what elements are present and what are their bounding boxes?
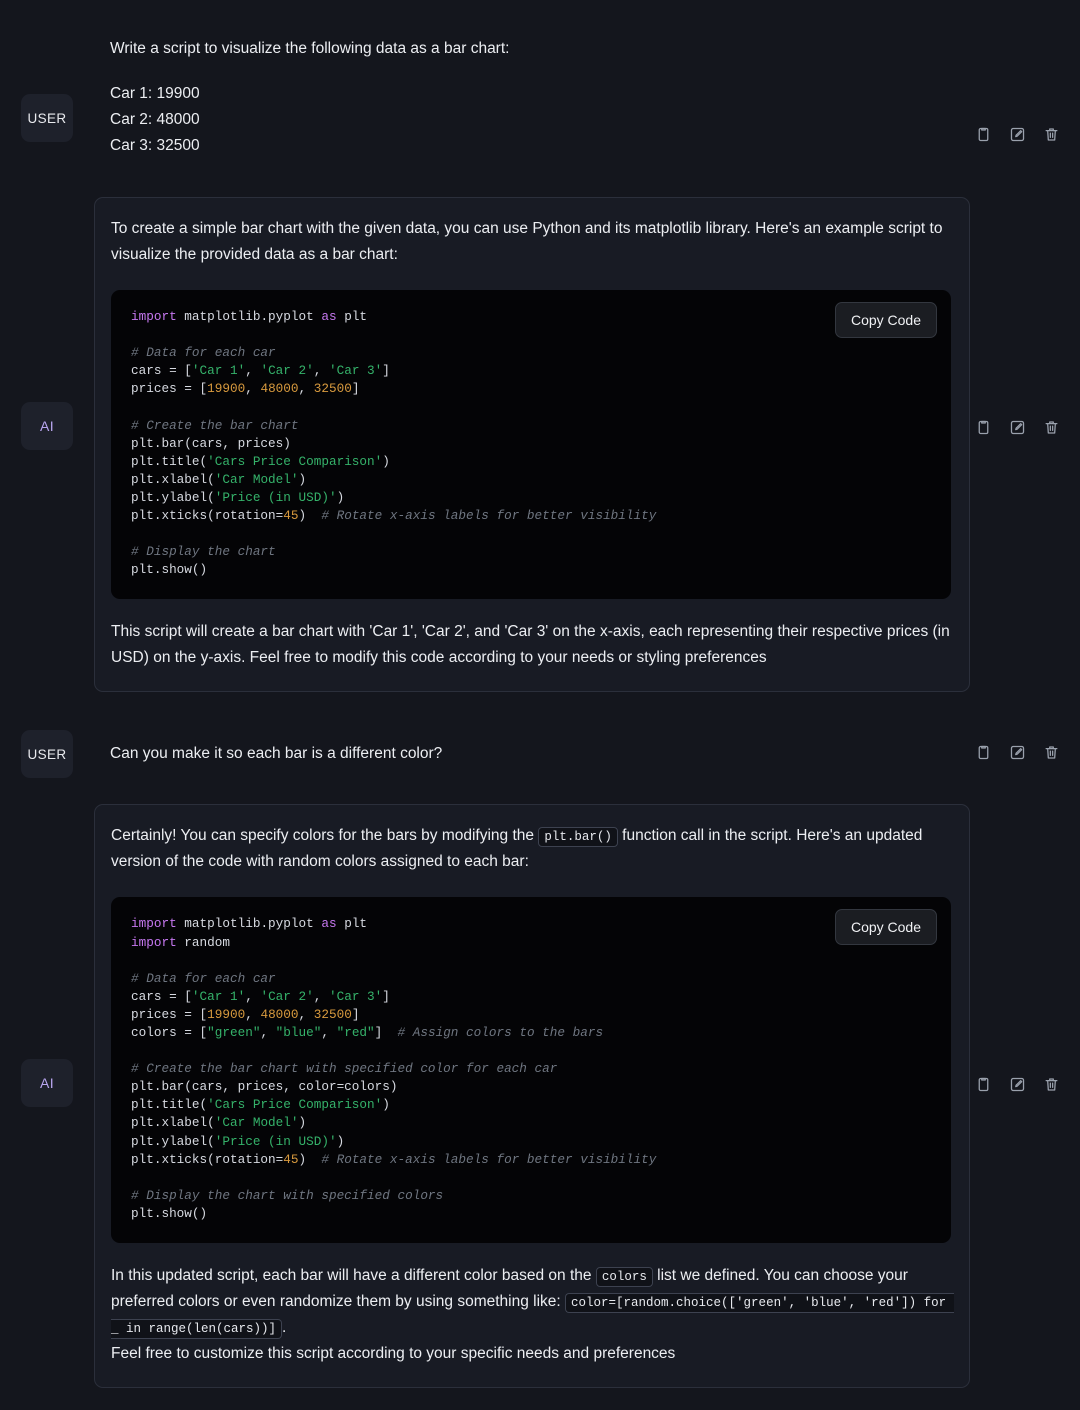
- copy-code-button-2[interactable]: Copy Code: [835, 909, 937, 945]
- message-actions-user-2: [975, 744, 1060, 761]
- message-body-ai-1: To create a simple bar chart with the gi…: [94, 197, 1080, 692]
- ai-2-closing-paragraph: Feel free to customize this script accor…: [111, 1341, 951, 1367]
- delete-icon[interactable]: [1043, 1076, 1060, 1093]
- ai-1-intro-paragraph: To create a simple bar chart with the gi…: [111, 216, 951, 268]
- message-body-ai-2: Certainly! You can specify colors for th…: [94, 804, 1080, 1388]
- user-message-text-1: Write a script to visualize the followin…: [94, 34, 970, 159]
- avatar-gutter: AI: [0, 197, 94, 450]
- message-row-user-2: USER Can you make it so each bar is a di…: [0, 730, 1080, 778]
- code-content-2[interactable]: import matplotlib.pyplot as plt import r…: [131, 915, 931, 1223]
- avatar-gutter: USER: [0, 34, 94, 142]
- copy-icon[interactable]: [975, 1076, 992, 1093]
- ai-message-bubble-2: Certainly! You can specify colors for th…: [94, 804, 970, 1388]
- message-row-user-1: USER Write a script to visualize the fol…: [0, 34, 1080, 159]
- delete-icon[interactable]: [1043, 744, 1060, 761]
- copy-icon[interactable]: [975, 744, 992, 761]
- copy-icon[interactable]: [975, 126, 992, 143]
- delete-icon[interactable]: [1043, 126, 1060, 143]
- ai-message-bubble-1: To create a simple bar chart with the gi…: [94, 197, 970, 692]
- conversation-page: USER Write a script to visualize the fol…: [0, 0, 1080, 1410]
- user-1-line-1: Write a script to visualize the followin…: [110, 36, 970, 62]
- ai-2-intro-paragraph: Certainly! You can specify colors for th…: [111, 823, 951, 875]
- ai-2-outro-period: .: [282, 1319, 286, 1336]
- copy-icon[interactable]: [975, 419, 992, 436]
- message-body-user-2: Can you make it so each bar is a differe…: [94, 730, 1080, 767]
- edit-icon[interactable]: [1009, 126, 1026, 143]
- avatar-ai: AI: [21, 1059, 73, 1107]
- user-1-line-4: Car 3: 32500: [110, 133, 970, 159]
- spacer: [0, 778, 1080, 804]
- code-content-1[interactable]: import matplotlib.pyplot as plt # Data f…: [131, 308, 931, 579]
- message-body-user-1: Write a script to visualize the followin…: [94, 34, 1080, 159]
- edit-icon[interactable]: [1009, 744, 1026, 761]
- spacer: [0, 692, 1080, 730]
- avatar-user: USER: [21, 730, 73, 778]
- ai-2-outro-paragraph: In this updated script, each bar will ha…: [111, 1263, 951, 1341]
- spacer: [0, 159, 1080, 197]
- avatar-user: USER: [21, 94, 73, 142]
- message-actions-ai-2: [975, 1076, 1060, 1093]
- avatar-ai: AI: [21, 402, 73, 450]
- message-actions-ai-1: [975, 419, 1060, 436]
- ai-2-intro-text-a: Certainly! You can specify colors for th…: [111, 827, 538, 844]
- message-actions-user-1: [975, 126, 1060, 143]
- code-block-1: Copy Code import matplotlib.pyplot as pl…: [111, 290, 951, 599]
- inline-code-plt-bar: plt.bar(): [538, 827, 618, 847]
- message-row-ai-1: AI To create a simple bar chart with the…: [0, 197, 1080, 692]
- ai-1-outro-paragraph: This script will create a bar chart with…: [111, 619, 951, 671]
- inline-code-colors: colors: [596, 1267, 653, 1287]
- user-1-line-3: Car 2: 48000: [110, 107, 970, 133]
- edit-icon[interactable]: [1009, 1076, 1026, 1093]
- avatar-gutter: AI: [0, 804, 94, 1107]
- ai-2-outro-text-a: In this updated script, each bar will ha…: [111, 1267, 596, 1284]
- user-1-line-2: Car 1: 19900: [110, 81, 970, 107]
- user-message-text-2: Can you make it so each bar is a differe…: [94, 730, 970, 767]
- edit-icon[interactable]: [1009, 419, 1026, 436]
- delete-icon[interactable]: [1043, 419, 1060, 436]
- user-2-line-1: Can you make it so each bar is a differe…: [110, 741, 970, 767]
- code-block-2: Copy Code import matplotlib.pyplot as pl…: [111, 897, 951, 1243]
- copy-code-button-1[interactable]: Copy Code: [835, 302, 937, 338]
- blank-line: [110, 62, 970, 81]
- message-row-ai-2: AI Certainly! You can specify colors for…: [0, 804, 1080, 1388]
- avatar-gutter: USER: [0, 730, 94, 778]
